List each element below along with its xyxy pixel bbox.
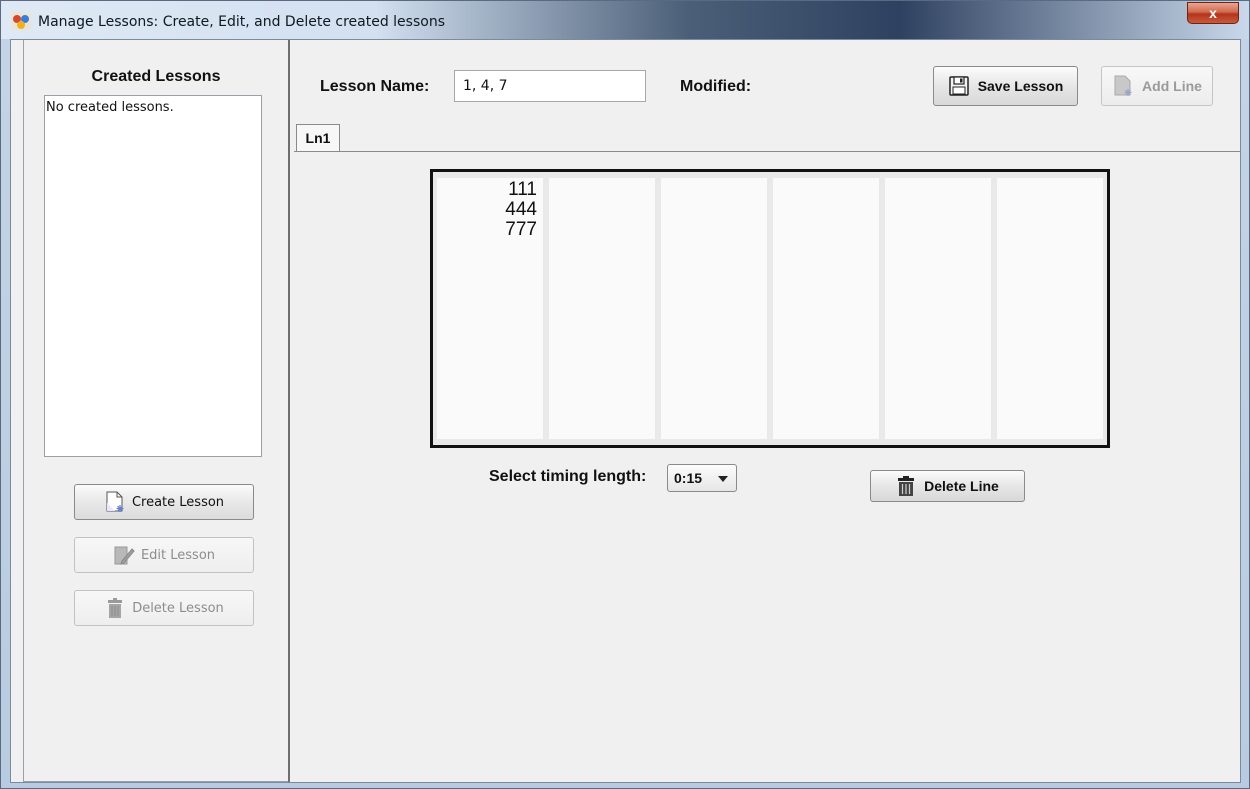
cell-value: 777	[505, 219, 537, 240]
grid-column-1-values: 111 444 777	[505, 180, 537, 240]
client-area: Created Lessons No created lessons. Crea…	[10, 39, 1241, 783]
cell-value: 111	[508, 179, 537, 200]
trash-icon	[898, 476, 915, 496]
window-title: Manage Lessons: Create, Edit, and Delete…	[38, 14, 445, 30]
save-lesson-label: Save Lesson	[977, 78, 1064, 94]
delete-lesson-label: Delete Lesson	[132, 600, 224, 616]
timing-length-select[interactable]: 0:15	[667, 464, 737, 492]
lesson-editor-panel: Lesson Name: Modified: Save Lesson Add L…	[288, 40, 1240, 782]
grid-column-1[interactable]: 111 444 777	[437, 178, 543, 439]
delete-lesson-button[interactable]: Delete Lesson	[74, 590, 254, 626]
delete-line-button[interactable]: Delete Line	[870, 470, 1025, 502]
create-lesson-button[interactable]: Create Lesson	[74, 484, 254, 520]
edit-lesson-label: Edit Lesson	[140, 547, 216, 563]
created-lessons-title: Created Lessons	[91, 68, 221, 85]
add-document-icon	[1114, 75, 1132, 96]
timing-length-label: Select timing length:	[489, 468, 647, 485]
modified-label: Modified:	[680, 78, 752, 95]
grid-column-2[interactable]	[549, 178, 655, 439]
timing-selected-value: 0:15	[674, 470, 703, 486]
grid-column-6[interactable]	[997, 178, 1103, 439]
tab-ln1[interactable]: Ln1	[296, 124, 340, 152]
lesson-name-label: Lesson Name:	[320, 78, 430, 95]
create-lesson-label: Create Lesson	[131, 494, 225, 510]
new-document-icon	[106, 491, 124, 512]
chevron-down-icon	[718, 476, 728, 482]
grid-column-5[interactable]	[885, 178, 991, 439]
line-editor-grid: 111 444 777	[430, 169, 1110, 448]
lessons-empty-text: No created lessons.	[46, 100, 174, 115]
grid-column-3[interactable]	[661, 178, 767, 439]
close-button[interactable]: x	[1187, 2, 1239, 24]
grid-column-4[interactable]	[773, 178, 879, 439]
lesson-name-input[interactable]	[454, 70, 646, 102]
lessons-sidebar: Created Lessons No created lessons. Crea…	[23, 40, 289, 782]
edit-icon	[114, 546, 135, 565]
floppy-disk-icon	[948, 76, 969, 96]
tab-content: 111 444 777 Select timing length: 0:15 D…	[294, 151, 1240, 779]
delete-line-label: Delete Line	[924, 478, 999, 494]
edit-lesson-button[interactable]: Edit Lesson	[74, 537, 254, 573]
app-window: Manage Lessons: Create, Edit, and Delete…	[0, 0, 1250, 789]
cell-value: 444	[505, 199, 537, 220]
add-line-button[interactable]: Add Line	[1101, 66, 1213, 106]
trash-icon	[108, 598, 123, 618]
add-line-label: Add Line	[1142, 78, 1202, 94]
title-bar: Manage Lessons: Create, Edit, and Delete…	[1, 1, 1249, 39]
app-icon	[11, 12, 31, 30]
lessons-list[interactable]: No created lessons.	[44, 95, 262, 457]
save-lesson-button[interactable]: Save Lesson	[933, 66, 1078, 106]
